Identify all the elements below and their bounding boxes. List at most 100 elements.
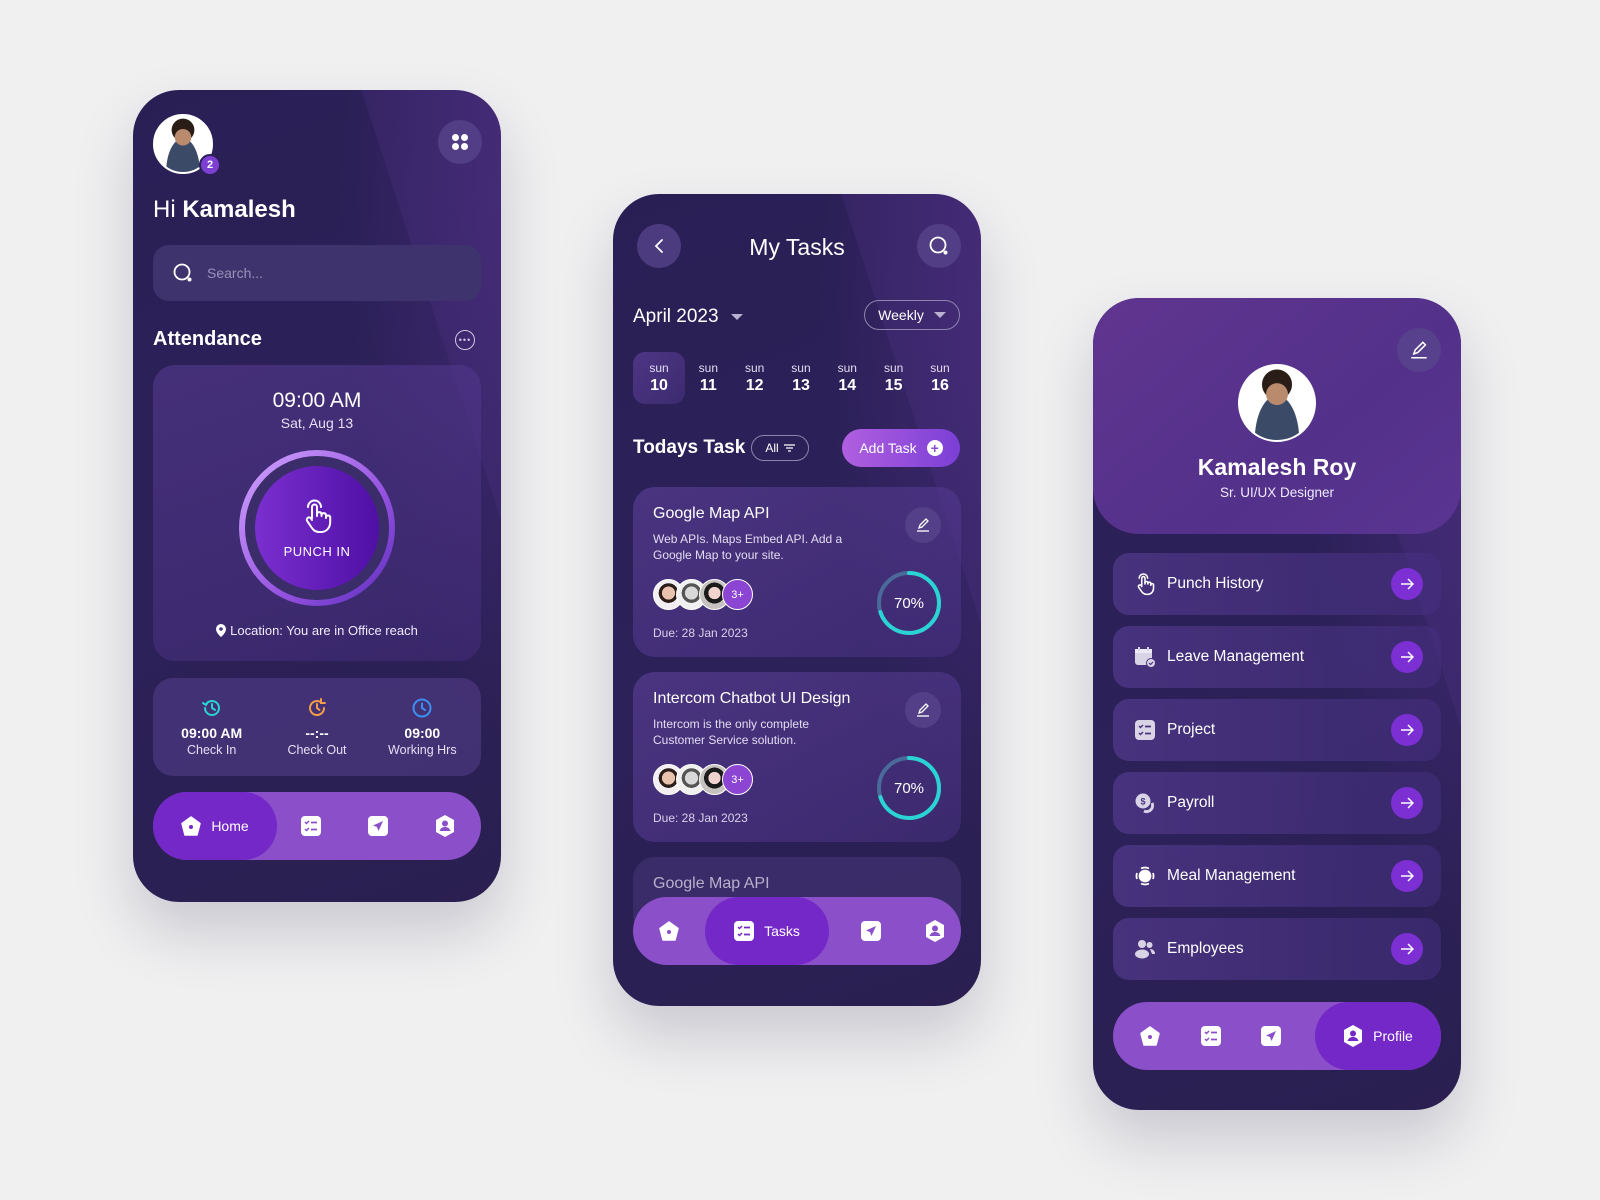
search-input[interactable] bbox=[207, 265, 447, 281]
search-button[interactable] bbox=[917, 224, 961, 268]
punch-in-button[interactable]: PUNCH IN bbox=[239, 450, 395, 606]
nav-tasks-label: Tasks bbox=[764, 923, 800, 939]
menu-meal-management[interactable]: Meal Management bbox=[1113, 845, 1441, 907]
day-item[interactable]: sun 12 bbox=[732, 352, 778, 404]
checklist-icon bbox=[301, 816, 321, 836]
nav-home[interactable] bbox=[1113, 1002, 1187, 1070]
user-badge-icon bbox=[926, 920, 944, 942]
profile-avatar[interactable] bbox=[1238, 364, 1316, 442]
svg-text:$: $ bbox=[1140, 797, 1145, 807]
day-name: sun bbox=[649, 361, 669, 375]
menu-payroll[interactable]: $ Payroll bbox=[1113, 772, 1441, 834]
filter-icon bbox=[783, 444, 795, 452]
assignee-avatars: 3+ bbox=[653, 579, 753, 610]
nav-tasks[interactable]: Tasks bbox=[705, 897, 829, 965]
day-item[interactable]: sun 15 bbox=[871, 352, 917, 404]
history-icon bbox=[201, 699, 220, 716]
view-dropdown[interactable]: Weekly bbox=[864, 300, 960, 330]
menu-label: Leave Management bbox=[1167, 648, 1305, 665]
day-name: sun bbox=[791, 361, 811, 375]
task-description: Web APIs. Maps Embed API. Add a Google M… bbox=[653, 532, 843, 562]
task-title: Google Map API bbox=[653, 505, 770, 522]
stat-check-out: --:-- Check Out bbox=[267, 697, 367, 757]
checklist-icon bbox=[1135, 720, 1155, 740]
add-task-button[interactable]: Add Task + bbox=[842, 429, 960, 467]
clock-refresh-icon bbox=[308, 698, 326, 717]
profile-role: Sr. UI/UX Designer bbox=[1219, 485, 1335, 500]
calendar-check-icon bbox=[1135, 647, 1156, 668]
punch-card: 09:00 AM Sat, Aug 13 PUNCH IN Location: … bbox=[153, 365, 481, 661]
check-out-label: Check Out bbox=[287, 743, 347, 757]
menu-label: Punch History bbox=[1167, 575, 1264, 592]
users-icon bbox=[1135, 940, 1155, 959]
assignee-avatars: 3+ bbox=[653, 764, 753, 795]
coins-icon: $ bbox=[1135, 793, 1155, 814]
add-task-label: Add Task bbox=[859, 440, 917, 456]
send-icon bbox=[1261, 1026, 1281, 1046]
check-in-label: Check In bbox=[186, 743, 237, 757]
week-day-picker: sun 10 sun 11 sun 12 sun 13 sun 14 sun 15 sun 1… bbox=[633, 352, 963, 404]
menu-label: Meal Management bbox=[1167, 867, 1296, 884]
user-avatar[interactable]: 2 bbox=[153, 114, 221, 176]
greeting: Hi Kamalesh bbox=[153, 196, 296, 224]
tasks-screen: My Tasks April 2023 Weekly sun 10 sun 11 s… bbox=[613, 194, 981, 1006]
pencil-icon bbox=[917, 518, 929, 532]
task-card[interactable]: Google Map API Web APIs. Maps Embed API.… bbox=[633, 487, 961, 657]
checklist-icon bbox=[734, 921, 755, 941]
search-bar[interactable] bbox=[153, 245, 481, 301]
due-date: Due: 28 Jan 2023 bbox=[653, 626, 748, 640]
stat-working-hrs: 09:00 Working Hrs bbox=[372, 697, 472, 757]
menu-employees[interactable]: Employees bbox=[1113, 918, 1441, 980]
day-date: 14 bbox=[838, 377, 857, 394]
task-description: Intercom is the only complete Customer S… bbox=[653, 717, 810, 747]
bottom-navigation: Tasks bbox=[633, 897, 961, 965]
nav-send[interactable] bbox=[345, 792, 411, 860]
nav-profile-label: Profile bbox=[1373, 1028, 1413, 1044]
progress-label: 70% bbox=[893, 594, 925, 612]
day-item[interactable]: sun 11 bbox=[685, 352, 731, 404]
nav-send[interactable] bbox=[1235, 1002, 1307, 1070]
month-dropdown[interactable]: April 2023 bbox=[633, 306, 743, 328]
nav-home[interactable] bbox=[633, 897, 705, 965]
more-options-icon[interactable]: ••• bbox=[455, 330, 475, 350]
plus-icon: + bbox=[926, 440, 943, 456]
filter-button[interactable]: All bbox=[751, 435, 809, 461]
nav-send[interactable] bbox=[829, 897, 913, 965]
nav-tasks[interactable] bbox=[1187, 1002, 1235, 1070]
location-pin-icon bbox=[216, 624, 227, 637]
arrow-right-icon bbox=[1391, 568, 1423, 600]
day-date: 10 bbox=[650, 377, 668, 394]
plate-icon bbox=[1135, 866, 1155, 886]
nav-profile[interactable] bbox=[411, 792, 479, 860]
location-status: Location: You are in Office reach bbox=[153, 623, 481, 638]
day-item[interactable]: sun 14 bbox=[824, 352, 870, 404]
edit-profile-button[interactable] bbox=[1397, 328, 1441, 372]
month-label: April 2023 bbox=[633, 306, 719, 327]
home-screen: 2 Hi Kamalesh Attendance ••• 09:00 AM Sa… bbox=[133, 90, 501, 902]
check-out-value: --:-- bbox=[305, 725, 329, 741]
arrow-right-icon bbox=[1391, 860, 1423, 892]
edit-task-button[interactable] bbox=[905, 507, 941, 543]
day-name: sun bbox=[698, 361, 718, 375]
day-item[interactable]: sun 16 bbox=[917, 352, 963, 404]
menu-punch-history[interactable]: Punch History bbox=[1113, 553, 1441, 615]
check-in-value: 09:00 AM bbox=[181, 725, 243, 741]
more-assignees: 3+ bbox=[722, 764, 753, 795]
progress-ring: 70% bbox=[875, 569, 943, 637]
task-card[interactable]: Intercom Chatbot UI Design Intercom is t… bbox=[633, 672, 961, 842]
nav-tasks[interactable] bbox=[277, 792, 345, 860]
day-item[interactable]: sun 13 bbox=[778, 352, 824, 404]
menu-grid-button[interactable] bbox=[438, 120, 482, 164]
caret-down-icon bbox=[730, 314, 743, 320]
send-icon bbox=[368, 816, 388, 836]
filter-label: All bbox=[765, 441, 779, 455]
nav-profile[interactable] bbox=[913, 897, 957, 965]
day-item[interactable]: sun 10 bbox=[633, 352, 685, 404]
current-date: Sat, Aug 13 bbox=[280, 415, 354, 431]
nav-home[interactable]: Home bbox=[153, 792, 277, 860]
menu-project[interactable]: Project bbox=[1113, 699, 1441, 761]
nav-profile[interactable]: Profile bbox=[1315, 1002, 1441, 1070]
menu-leave-management[interactable]: Leave Management bbox=[1113, 626, 1441, 688]
stat-check-in: 09:00 AM Check In bbox=[162, 697, 262, 757]
edit-task-button[interactable] bbox=[905, 692, 941, 728]
